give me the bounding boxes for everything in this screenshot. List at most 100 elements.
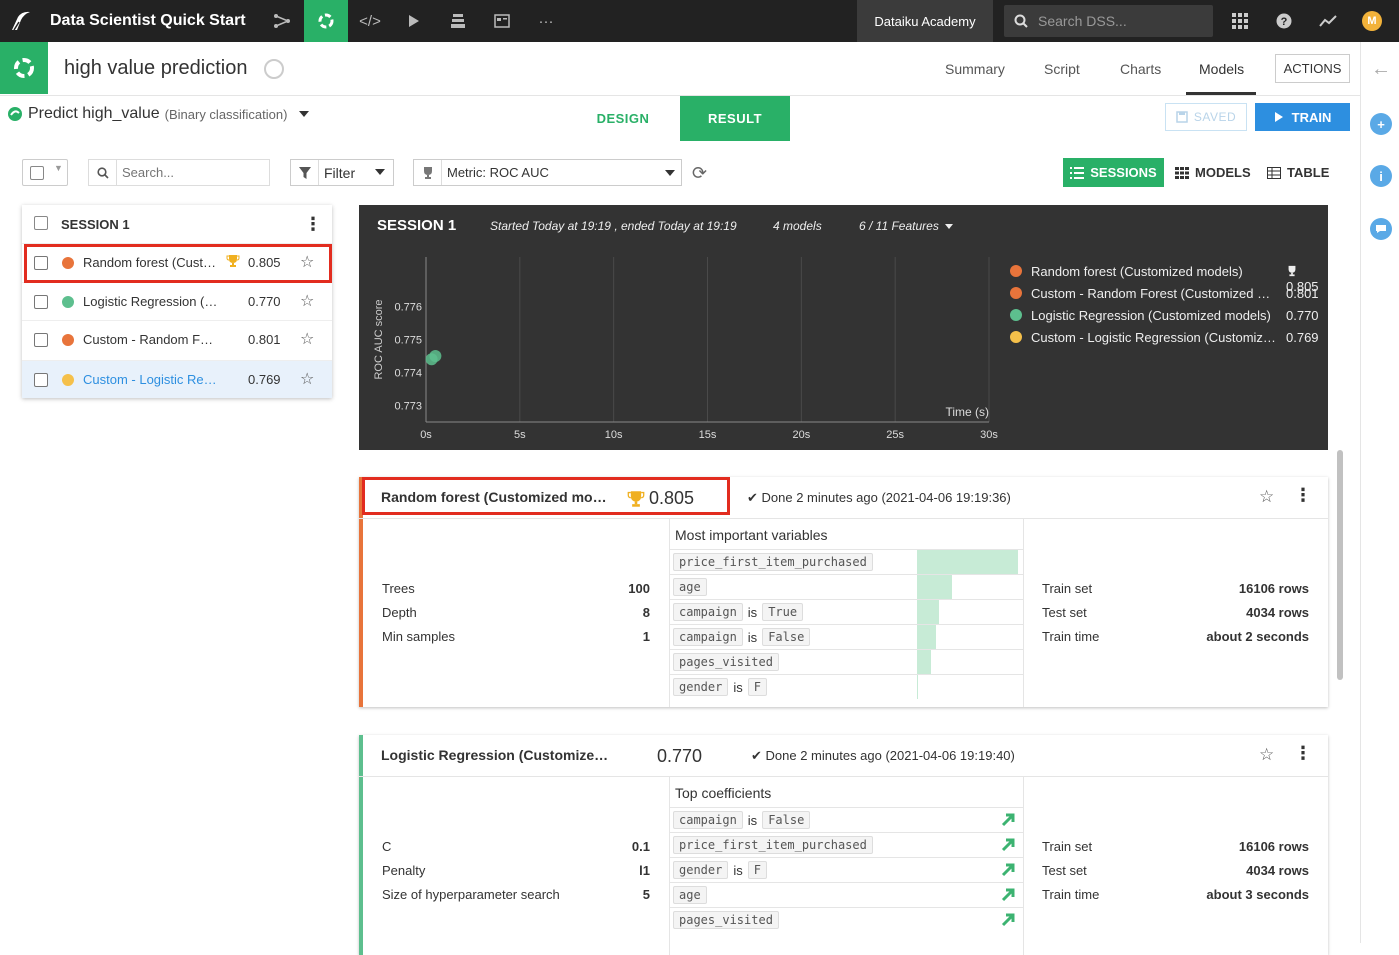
saved-button[interactable]: SAVED [1165, 103, 1247, 131]
star-icon[interactable]: ☆ [1259, 487, 1274, 507]
predict-selector[interactable]: Predict high_value (Binary classificatio… [7, 105, 310, 123]
model-row[interactable]: Custom - Logistic Regression (Customized… [22, 360, 332, 398]
project-name[interactable]: Data Scientist Quick Start [50, 12, 260, 30]
is-label: is [733, 862, 743, 878]
variable-chips: campaign is True [673, 603, 804, 621]
x-tick-label: 0s [420, 429, 432, 441]
code-icon[interactable]: </> [348, 0, 392, 42]
dataiku-logo-icon[interactable] [0, 0, 42, 42]
feature-chip: campaign [673, 811, 743, 829]
star-icon[interactable]: ☆ [1259, 745, 1274, 765]
predict-label: Predict high_value [28, 105, 160, 122]
legend-item[interactable]: Random forest (Customized models) 0.805 [1010, 260, 1320, 294]
play-icon[interactable] [392, 0, 436, 42]
legend-item[interactable]: Logistic Regression (Customized models) … [1010, 304, 1320, 326]
variable-chips: campaign is False [673, 811, 811, 829]
importance-bar [917, 550, 1018, 574]
star-icon[interactable]: ☆ [300, 329, 314, 349]
analysis-header: high value prediction Summary Script Cha… [0, 42, 1360, 96]
model-card-status-text: Done 2 minutes ago (2021-04-06 19:19:36) [761, 490, 1011, 505]
tab-result[interactable]: RESULT [680, 96, 790, 141]
value-chip: F [747, 861, 767, 879]
stat-value: 4034 rows [1246, 863, 1309, 878]
tab-design[interactable]: DESIGN [567, 96, 679, 141]
info-icon[interactable]: i [1370, 165, 1392, 187]
x-tick-label: 5s [514, 429, 526, 441]
model-checkbox[interactable] [34, 373, 48, 387]
models-toolbar: ▼ Filter Metric: ROC AUC ⟳ SESSIONS MODE… [0, 155, 1360, 191]
metric-dropdown[interactable]: Metric: ROC AUC [413, 159, 682, 186]
feature-chip: gender [673, 678, 729, 696]
stat-value: 16106 rows [1238, 839, 1309, 854]
model-checkbox[interactable] [34, 333, 48, 347]
legend-score: 0.769 [1286, 330, 1319, 345]
view-sessions-label: SESSIONS [1090, 165, 1157, 180]
academy-link[interactable]: Dataiku Academy [857, 0, 993, 42]
kebab-menu-icon[interactable]: ⋮ [1294, 743, 1312, 764]
select-all-dropdown[interactable]: ▼ [22, 159, 68, 186]
view-models-button[interactable]: MODELS [1175, 158, 1251, 187]
x-tick-label: 15s [699, 429, 717, 441]
model-name[interactable]: Logistic Regression (Customized models) [83, 294, 218, 309]
lab-icon[interactable] [304, 0, 348, 42]
tab-models[interactable]: Models [1199, 61, 1244, 77]
legend-color-dot [1010, 265, 1022, 277]
model-card-name[interactable]: Logistic Regression (Customized models) [381, 747, 611, 763]
scrollbar-thumb[interactable] [1337, 450, 1343, 680]
select-all-checkbox[interactable] [30, 166, 44, 180]
apps-grid-icon[interactable] [1225, 0, 1255, 42]
filter-label: Filter [324, 164, 356, 181]
model-name[interactable]: Custom - Random Forest (Customized model… [83, 332, 218, 347]
param-name: Depth [382, 605, 417, 620]
tab-script[interactable]: Script [1044, 61, 1080, 77]
model-search-input[interactable] [122, 165, 262, 180]
divider [1023, 777, 1024, 955]
predict-type: (Binary classification) [164, 106, 288, 122]
tab-summary[interactable]: Summary [945, 61, 1005, 77]
help-icon[interactable]: ? [1269, 0, 1299, 42]
edit-icon[interactable] [264, 59, 284, 79]
star-icon[interactable]: ☆ [300, 369, 314, 389]
view-table-button[interactable]: TABLE [1267, 158, 1329, 187]
y-tick-label: 0.773 [394, 401, 422, 413]
user-avatar[interactable]: M [1362, 11, 1382, 31]
trend-icon[interactable] [1313, 0, 1343, 42]
variable-row: campaign is True [670, 599, 1023, 624]
global-search[interactable]: Search DSS... [1004, 5, 1213, 37]
kebab-menu-icon[interactable]: ⋮ [304, 214, 322, 235]
model-row[interactable]: Logistic Regression (Customized models) … [22, 282, 332, 320]
model-name[interactable]: Custom - Logistic Regression (Customized… [83, 372, 218, 387]
view-sessions-button[interactable]: SESSIONS [1063, 158, 1164, 187]
param-value: 100 [628, 581, 650, 596]
legend-label: Random forest (Customized models) [1031, 264, 1243, 279]
filter-dropdown[interactable]: Filter [290, 159, 394, 186]
model-row[interactable]: Custom - Random Forest (Customized model… [22, 320, 332, 358]
view-table-label: TABLE [1287, 165, 1330, 180]
feature-chip: campaign [673, 603, 743, 621]
session-checkbox[interactable] [34, 216, 48, 230]
legend-item[interactable]: Custom - Random Forest (Customized model… [1010, 282, 1320, 304]
refresh-icon[interactable]: ⟳ [692, 163, 707, 184]
stack-icon[interactable] [436, 0, 480, 42]
dashboard-icon[interactable] [480, 0, 524, 42]
model-checkbox[interactable] [34, 295, 48, 309]
x-tick-label: 30s [980, 429, 998, 441]
kebab-menu-icon[interactable]: ⋮ [1294, 485, 1312, 506]
grid-icon [1175, 166, 1189, 179]
value-chip: False [762, 628, 811, 646]
train-button[interactable]: TRAIN [1255, 103, 1350, 131]
feature-chip: price_first_item_purchased [673, 553, 873, 571]
add-icon[interactable]: + [1370, 113, 1392, 135]
more-icon[interactable]: ··· [524, 0, 568, 42]
collapse-arrow-icon[interactable]: ← [1370, 58, 1392, 80]
chat-icon[interactable] [1370, 218, 1392, 240]
actions-button[interactable]: ACTIONS [1275, 54, 1350, 83]
legend-item[interactable]: Custom - Logistic Regression (Customized… [1010, 326, 1320, 348]
flow-icon[interactable] [260, 0, 304, 42]
star-icon[interactable]: ☆ [300, 291, 314, 311]
tab-charts[interactable]: Charts [1120, 61, 1161, 77]
is-label: is [747, 629, 758, 645]
param-value: 0.1 [631, 839, 650, 854]
train-stats: Train set 16106 rows Test set 4034 rows Tr… [1042, 835, 1309, 907]
important-variables: Most important variables price_first_ite… [670, 519, 1023, 707]
